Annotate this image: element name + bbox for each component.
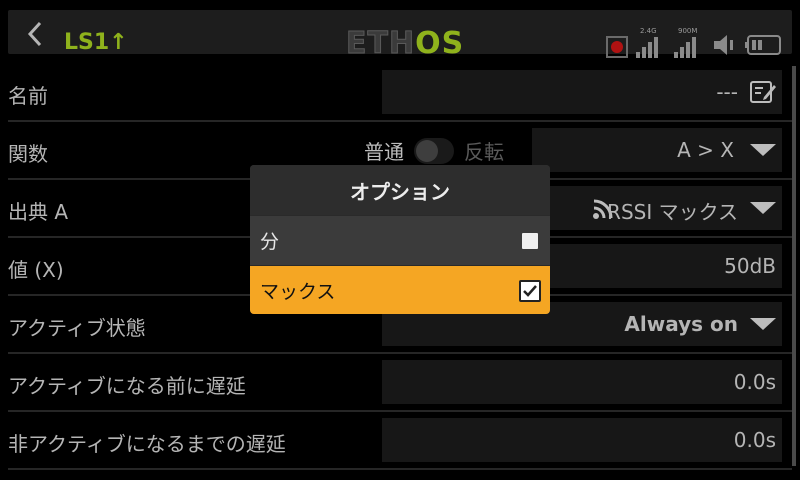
back-arrow-icon[interactable] [22,20,50,48]
function-select[interactable]: A > X [532,128,782,172]
status-icons: 2.4G 900M [606,26,784,58]
scrollbar[interactable] [792,66,796,466]
option-minute[interactable]: 分 [250,215,550,265]
ethos-logo: ETHOS [345,26,465,62]
page-title: LS1↑ [64,30,128,55]
invert-toggle-group: 普通 反転 [364,136,504,165]
delay-before-inactive-field[interactable]: 0.0s [382,418,782,462]
record-icon [606,36,628,58]
chevron-down-icon [750,144,776,156]
option-max[interactable]: マックス [250,265,550,314]
battery-icon [745,35,781,55]
checkbox-checked-icon[interactable] [519,280,541,302]
toggle-normal-label: 普通 [364,140,404,164]
delay-before-active-field[interactable]: 0.0s [382,360,782,404]
top-bar: LS1↑ ETHOS 2.4G 900M [0,0,800,62]
chevron-down-icon [750,202,776,214]
signal-24g-icon: 2.4G [636,27,666,58]
row-delay-before-inactive: 非アクティブになるまでの遅延 0.0s [0,412,800,470]
signal-900m-icon: 900M [674,27,704,58]
top-bar-panel: LS1↑ ETHOS 2.4G 900M [8,10,792,62]
name-field[interactable]: --- [382,70,782,114]
speaker-icon [714,35,733,55]
row-name: 名前 --- [0,64,800,122]
toggle-invert-label: 反転 [464,140,504,164]
options-dialog: オプション 分 マックス [250,165,550,314]
invert-toggle[interactable] [414,137,454,164]
option-label: 分 [260,231,280,253]
row-delay-before-active: アクティブになる前に遅延 0.0s [0,354,800,412]
edit-icon[interactable] [748,77,778,107]
option-label: マックス [260,281,336,303]
dialog-title: オプション [250,165,550,215]
chevron-down-icon [750,318,776,330]
checkbox-unchecked-icon[interactable] [522,233,538,249]
